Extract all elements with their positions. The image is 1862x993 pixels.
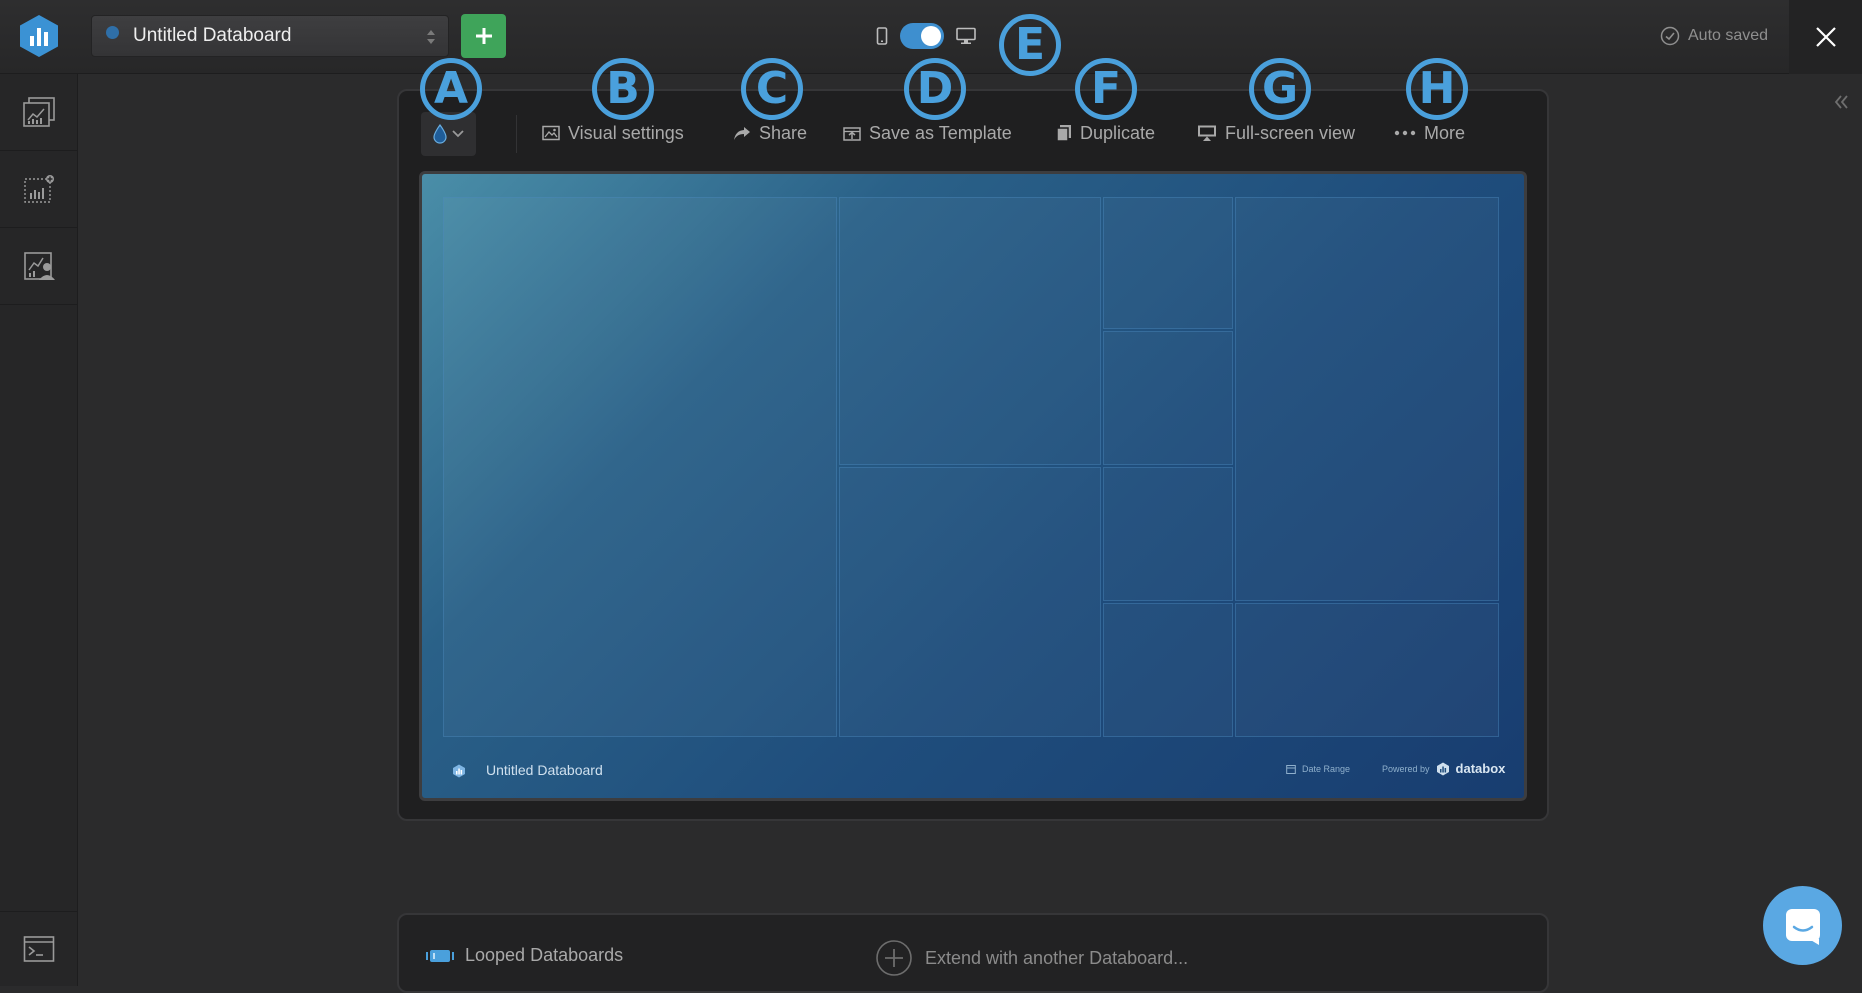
callout-a: A xyxy=(420,58,482,120)
sidebar-item-add-metrics[interactable] xyxy=(0,151,77,228)
monitor-icon xyxy=(1198,125,1216,141)
databoard-preview[interactable]: Untitled Databoard Date Range Powered by… xyxy=(419,171,1527,801)
full-screen-view-label: Full-screen view xyxy=(1225,122,1356,143)
databox-brand-text: databox xyxy=(1455,761,1506,776)
more-dots-icon xyxy=(1394,130,1416,136)
preview-footer-title: Untitled Databoard xyxy=(486,762,603,778)
databoard-panel: Visual settings Share Save as Template D… xyxy=(397,89,1549,821)
duplicate-icon xyxy=(1056,125,1071,142)
preview-block[interactable] xyxy=(1235,197,1499,601)
preview-block[interactable] xyxy=(1103,603,1233,737)
share-icon xyxy=(734,127,750,140)
terminal-icon xyxy=(23,936,54,962)
chat-support-button[interactable] xyxy=(1763,886,1842,965)
sidebar-item-console[interactable] xyxy=(0,911,77,986)
looped-databoards-label: Looped Databoards xyxy=(465,945,624,965)
share-button[interactable]: Share xyxy=(733,119,807,147)
preview-footer: Untitled Databoard Date Range Powered by… xyxy=(422,748,1524,798)
sort-arrows-icon xyxy=(427,30,435,44)
databox-brand-icon xyxy=(1436,762,1449,775)
callout-c: C xyxy=(741,58,803,120)
preview-block[interactable] xyxy=(1103,467,1233,601)
sidebar-item-databoards[interactable] xyxy=(0,74,77,151)
mobile-desktop-switch[interactable] xyxy=(900,23,944,49)
date-range: Date Range xyxy=(1286,764,1350,774)
callout-g: G xyxy=(1249,58,1311,120)
preview-block[interactable] xyxy=(839,467,1101,737)
toolbar-divider xyxy=(516,115,517,153)
date-range-label: Date Range xyxy=(1302,764,1351,774)
add-circle-icon xyxy=(876,940,912,976)
databox-mini-logo-icon xyxy=(453,764,465,778)
chat-icon xyxy=(1785,908,1820,945)
powered-by: Powered by databox xyxy=(1382,761,1505,776)
loop-icon xyxy=(426,949,454,962)
full-screen-view-button[interactable]: Full-screen view xyxy=(1197,119,1355,147)
extend-databoard-button[interactable]: Extend with another Databoard... xyxy=(875,939,1188,977)
duplicate-button[interactable]: Duplicate xyxy=(1056,119,1155,147)
more-label: More xyxy=(1424,122,1466,143)
visual-settings-label: Visual settings xyxy=(568,122,684,143)
chevron-down-icon xyxy=(451,130,464,138)
callout-h: H xyxy=(1406,58,1468,120)
collapse-panel-chevron-icon[interactable] xyxy=(1832,92,1852,112)
databoard-color-dot xyxy=(106,25,119,39)
auto-saved-status: Auto saved xyxy=(1660,24,1768,48)
close-button[interactable] xyxy=(1789,0,1862,74)
mobile-icon[interactable] xyxy=(876,27,888,45)
more-button[interactable]: More xyxy=(1394,119,1465,147)
visual-settings-button[interactable]: Visual settings xyxy=(542,119,684,147)
preview-block[interactable] xyxy=(1103,331,1233,465)
add-databoard-button[interactable] xyxy=(461,14,506,58)
preview-block[interactable] xyxy=(443,197,837,737)
looped-databoards[interactable]: Looped Databoards xyxy=(425,945,623,966)
callout-d: D xyxy=(904,58,966,120)
auto-saved-label: Auto saved xyxy=(1688,27,1769,44)
desktop-icon[interactable] xyxy=(956,27,976,45)
looped-databoards-bar: Looped Databoards Extend with another Da… xyxy=(397,913,1549,993)
plus-icon xyxy=(475,28,492,44)
duplicate-label: Duplicate xyxy=(1080,122,1156,143)
droplet-icon xyxy=(432,124,447,144)
save-as-template-button[interactable]: Save as Template xyxy=(843,119,1012,147)
save-as-template-label: Save as Template xyxy=(869,122,1012,143)
add-metric-icon xyxy=(23,175,54,203)
callout-f: F xyxy=(1075,58,1137,120)
preview-block[interactable] xyxy=(1103,197,1233,329)
callout-b: B xyxy=(592,58,654,120)
databoards-icon xyxy=(22,97,55,127)
callout-e: E xyxy=(999,14,1061,76)
databoard-select[interactable]: Untitled Databoard xyxy=(91,15,449,57)
preview-block[interactable] xyxy=(839,197,1101,465)
databoard-name: Untitled Databoard xyxy=(133,25,292,46)
close-icon xyxy=(1815,27,1836,47)
template-icon xyxy=(843,127,861,141)
calendar-icon xyxy=(1286,765,1296,774)
share-label: Share xyxy=(759,122,808,143)
sidebar-item-shared[interactable] xyxy=(0,228,77,305)
extend-databoard-label: Extend with another Databoard... xyxy=(925,947,1189,968)
left-sidebar xyxy=(0,74,78,986)
check-circle-icon xyxy=(1660,26,1680,46)
powered-by-label: Powered by xyxy=(1382,763,1430,774)
device-toggle xyxy=(876,22,976,50)
image-icon xyxy=(542,125,560,141)
user-chart-icon xyxy=(23,252,55,280)
databoard-toolbar: Visual settings Share Save as Template D… xyxy=(399,91,1547,161)
databox-logo-icon[interactable] xyxy=(18,14,60,58)
preview-block[interactable] xyxy=(1235,603,1499,737)
